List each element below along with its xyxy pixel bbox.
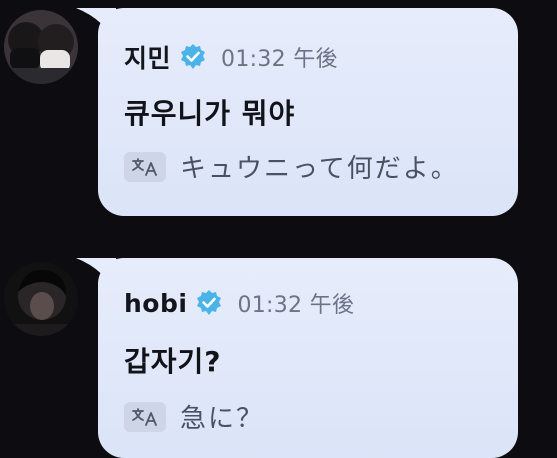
chat-message: 지민 01:32 午後 큐우니가 뭐야 キュウニって何だよ。 bbox=[0, 0, 557, 240]
message-header: hobi 01:32 午後 bbox=[124, 288, 355, 319]
verified-badge-icon bbox=[197, 290, 222, 315]
avatar[interactable] bbox=[4, 10, 78, 84]
message-bubble[interactable]: 지민 01:32 午後 큐우니가 뭐야 キュウニって何だよ。 bbox=[98, 8, 518, 216]
message-text: 큐우니가 뭐야 bbox=[124, 97, 296, 130]
verified-badge-icon bbox=[181, 44, 206, 69]
message-time: 01:32 午後 bbox=[221, 47, 338, 72]
avatar-photo-icon bbox=[4, 10, 78, 84]
chat-message: hobi 01:32 午後 갑자기? 急に？ bbox=[0, 250, 557, 458]
translation-text: キュウニって何だよ。 bbox=[180, 154, 459, 184]
translate-glyph bbox=[132, 157, 157, 176]
avatar[interactable] bbox=[4, 262, 78, 336]
message-text: 갑자기? bbox=[124, 345, 222, 378]
message-bubble[interactable]: hobi 01:32 午後 갑자기? 急に？ bbox=[98, 258, 518, 458]
avatar-photo-icon bbox=[4, 262, 78, 336]
translation-row[interactable]: キュウニって何だよ。 bbox=[124, 148, 459, 185]
sender-name[interactable]: hobi bbox=[124, 289, 187, 318]
sender-name[interactable]: 지민 bbox=[124, 39, 171, 75]
message-header: 지민 01:32 午後 bbox=[124, 39, 338, 75]
translate-icon bbox=[124, 151, 166, 182]
message-time: 01:32 午後 bbox=[237, 293, 355, 318]
